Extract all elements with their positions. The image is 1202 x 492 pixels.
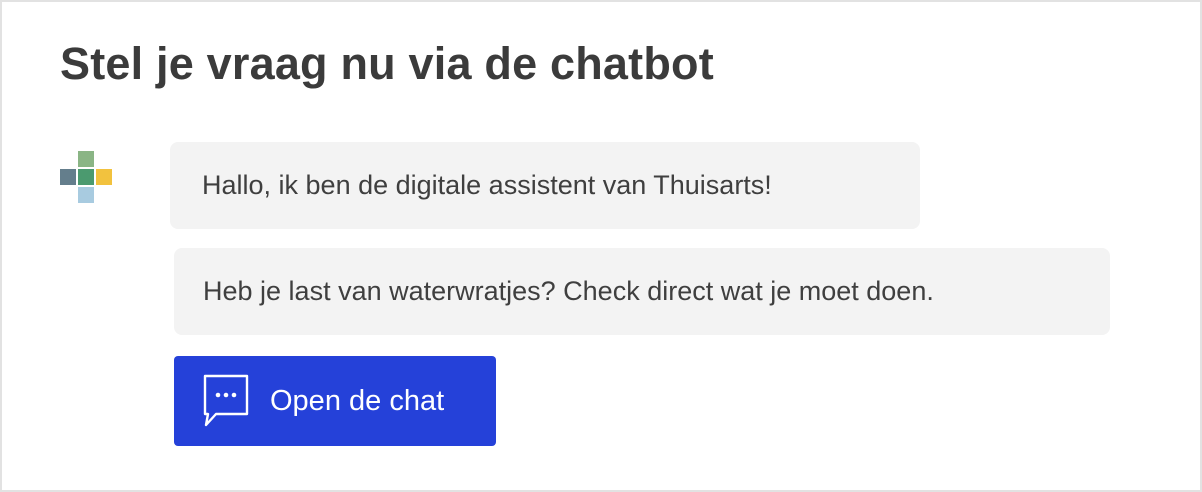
logo-block-left: [60, 169, 76, 185]
logo-block-bottom: [78, 187, 94, 203]
logo-block-center: [78, 169, 94, 185]
chat-bubble-icon: [202, 373, 250, 429]
open-chat-label: Open de chat: [270, 384, 445, 417]
logo-block-right: [96, 169, 112, 185]
logo-block-top: [78, 151, 94, 167]
open-chat-button[interactable]: Open de chat: [174, 356, 496, 446]
chat-message-prompt: Heb je last van waterwratjes? Check dire…: [174, 248, 1110, 335]
chat-message-text: Heb je last van waterwratjes? Check dire…: [203, 276, 934, 306]
chat-message-greeting: Hallo, ik ben de digitale assistent van …: [170, 142, 920, 229]
chat-message-text: Hallo, ik ben de digitale assistent van …: [202, 170, 772, 200]
page-title: Stel je vraag nu via de chatbot: [60, 38, 714, 89]
thuisarts-cross-logo-icon: [60, 151, 114, 203]
chatbot-card: Stel je vraag nu via de chatbot Hallo, i…: [0, 0, 1202, 492]
